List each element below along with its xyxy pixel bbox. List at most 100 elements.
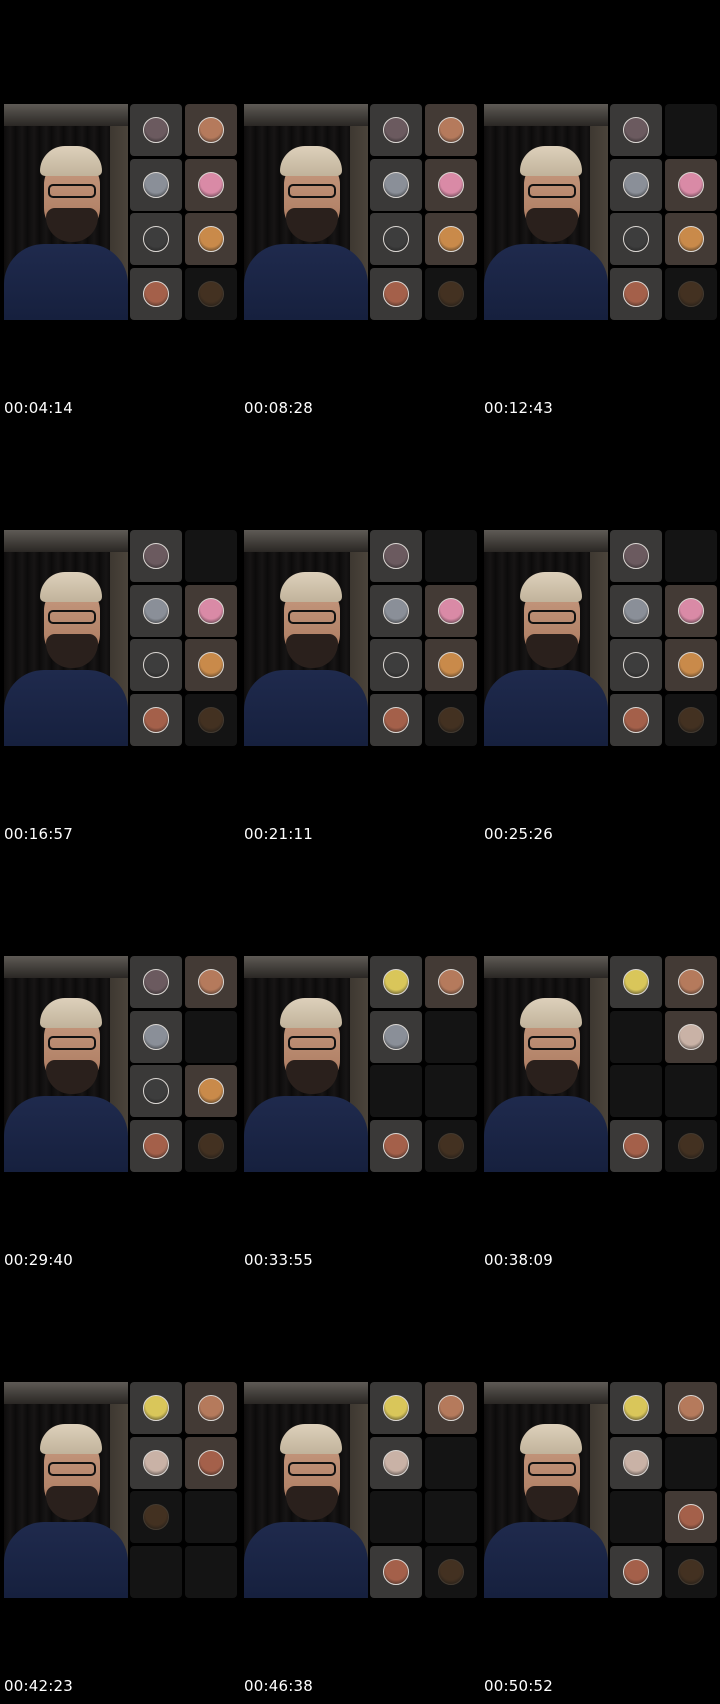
participant-tile[interactable] — [130, 530, 182, 582]
participant-tile[interactable] — [425, 584, 477, 637]
participant-tile[interactable] — [130, 1010, 182, 1063]
participant-tile[interactable] — [370, 1491, 422, 1544]
participant-tile[interactable] — [185, 1436, 237, 1489]
participant-tile[interactable] — [185, 104, 237, 156]
participant-tile[interactable] — [665, 1436, 717, 1489]
participant-tile[interactable] — [185, 584, 237, 637]
participant-tile[interactable] — [665, 1065, 717, 1118]
participant-tile[interactable] — [130, 213, 182, 266]
participant-avatar — [143, 597, 169, 624]
participant-tile[interactable] — [610, 1119, 662, 1172]
participant-tile[interactable] — [130, 693, 182, 746]
participant-tile[interactable] — [370, 693, 422, 746]
participant-tile[interactable] — [185, 1382, 237, 1434]
participant-tile[interactable] — [130, 584, 182, 637]
participant-tile[interactable] — [610, 1382, 662, 1434]
participant-tile[interactable] — [370, 267, 422, 320]
participant-tile[interactable] — [610, 1545, 662, 1598]
participant-tile[interactable] — [665, 213, 717, 266]
participant-tile[interactable] — [185, 1119, 237, 1172]
participant-tile[interactable] — [665, 1545, 717, 1598]
participant-tile[interactable] — [425, 267, 477, 320]
participant-tile[interactable] — [425, 1119, 477, 1172]
self-view-video — [4, 1382, 128, 1598]
participant-tile[interactable] — [370, 1065, 422, 1118]
participant-tile[interactable] — [130, 956, 182, 1008]
participant-tile[interactable] — [130, 158, 182, 211]
participant-tile[interactable] — [370, 104, 422, 156]
participant-tile[interactable] — [370, 639, 422, 692]
participant-tile[interactable] — [610, 267, 662, 320]
participant-tile[interactable] — [370, 1382, 422, 1434]
participant-tile[interactable] — [130, 1119, 182, 1172]
participant-tile[interactable] — [665, 639, 717, 692]
participant-tile[interactable] — [665, 530, 717, 582]
participant-tile[interactable] — [665, 104, 717, 156]
participant-avatar — [143, 171, 169, 198]
participant-tile[interactable] — [370, 1119, 422, 1172]
participant-tile[interactable] — [370, 530, 422, 582]
participant-tile[interactable] — [610, 1436, 662, 1489]
participant-tile[interactable] — [130, 1382, 182, 1434]
participant-tile[interactable] — [425, 1545, 477, 1598]
participant-tile[interactable] — [425, 1436, 477, 1489]
participant-tile[interactable] — [370, 1436, 422, 1489]
participant-tile[interactable] — [665, 267, 717, 320]
participant-tile[interactable] — [130, 1065, 182, 1118]
participant-tile[interactable] — [425, 639, 477, 692]
participant-tile[interactable] — [130, 639, 182, 692]
participant-tile[interactable] — [425, 213, 477, 266]
participant-tile[interactable] — [370, 956, 422, 1008]
participant-tile[interactable] — [610, 104, 662, 156]
participant-tile[interactable] — [425, 956, 477, 1008]
participant-tile[interactable] — [185, 693, 237, 746]
participant-tile[interactable] — [130, 104, 182, 156]
participant-tile[interactable] — [610, 584, 662, 637]
participant-tile[interactable] — [425, 1065, 477, 1118]
participant-tile[interactable] — [665, 1491, 717, 1544]
participant-tile[interactable] — [130, 267, 182, 320]
participant-tile[interactable] — [185, 213, 237, 266]
participant-tile[interactable] — [370, 158, 422, 211]
participant-tile[interactable] — [610, 1491, 662, 1544]
participant-tile[interactable] — [185, 267, 237, 320]
participant-tile[interactable] — [610, 956, 662, 1008]
participant-tile[interactable] — [370, 584, 422, 637]
participant-tile[interactable] — [185, 1491, 237, 1544]
participant-tile[interactable] — [425, 1010, 477, 1063]
participant-tile[interactable] — [185, 1545, 237, 1598]
participant-tile[interactable] — [130, 1545, 182, 1598]
participant-tile[interactable] — [610, 158, 662, 211]
participant-tile[interactable] — [370, 1545, 422, 1598]
participant-tile[interactable] — [610, 1065, 662, 1118]
participant-tile[interactable] — [130, 1491, 182, 1544]
participant-tile[interactable] — [425, 530, 477, 582]
participant-tile[interactable] — [185, 639, 237, 692]
participant-tile[interactable] — [665, 956, 717, 1008]
participant-grid — [610, 530, 720, 746]
participant-tile[interactable] — [425, 1382, 477, 1434]
participant-tile[interactable] — [370, 213, 422, 266]
participant-tile[interactable] — [665, 1010, 717, 1063]
participant-tile[interactable] — [370, 1010, 422, 1063]
participant-tile[interactable] — [665, 584, 717, 637]
participant-tile[interactable] — [185, 1010, 237, 1063]
participant-tile[interactable] — [665, 158, 717, 211]
participant-tile[interactable] — [185, 158, 237, 211]
participant-tile[interactable] — [425, 104, 477, 156]
participant-tile[interactable] — [610, 1010, 662, 1063]
participant-tile[interactable] — [610, 693, 662, 746]
participant-tile[interactable] — [610, 639, 662, 692]
participant-tile[interactable] — [665, 1119, 717, 1172]
participant-tile[interactable] — [610, 213, 662, 266]
participant-tile[interactable] — [425, 693, 477, 746]
participant-tile[interactable] — [665, 693, 717, 746]
participant-tile[interactable] — [425, 158, 477, 211]
participant-tile[interactable] — [185, 956, 237, 1008]
participant-tile[interactable] — [610, 530, 662, 582]
participant-tile[interactable] — [185, 1065, 237, 1118]
participant-tile[interactable] — [185, 530, 237, 582]
participant-tile[interactable] — [130, 1436, 182, 1489]
participant-tile[interactable] — [665, 1382, 717, 1434]
participant-tile[interactable] — [425, 1491, 477, 1544]
